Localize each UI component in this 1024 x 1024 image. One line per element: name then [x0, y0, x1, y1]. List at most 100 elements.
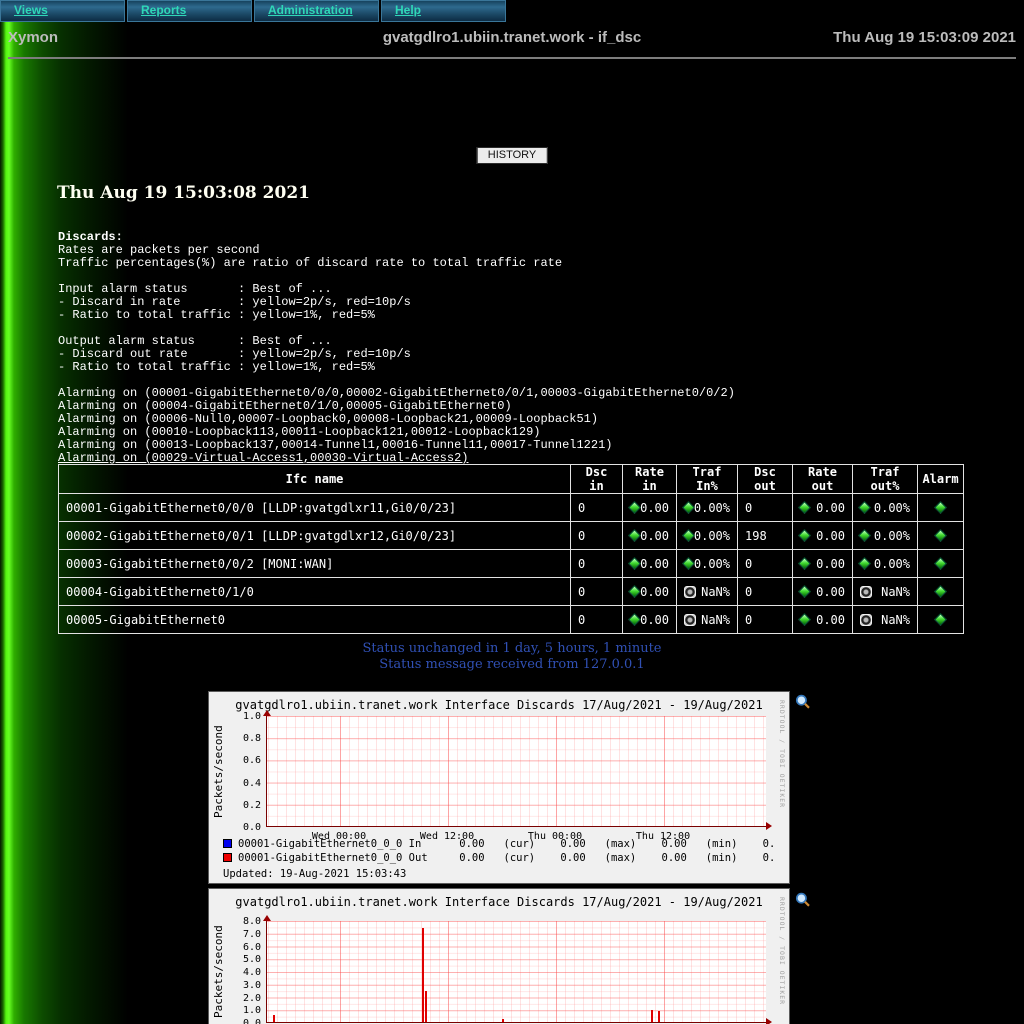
- data-spike: [502, 1019, 504, 1022]
- nav-link[interactable]: Help: [395, 3, 421, 17]
- discards-graph-1[interactable]: gvatgdlro1.ubiin.tranet.work Interface D…: [208, 691, 790, 884]
- data-spike: [422, 928, 424, 1022]
- status-ok-icon: [858, 557, 871, 570]
- interface-table: Ifc nameDsc inRate inTraf In%Dsc outRate…: [58, 464, 964, 634]
- table-row: 00003-GigabitEthernet0/0/2 [MONI:WAN]0 0.…: [59, 550, 964, 578]
- ifc-name-cell: 00004-GigabitEthernet0/1/0: [59, 578, 571, 606]
- ifc-name-cell: 00003-GigabitEthernet0/0/2 [MONI:WAN]: [59, 550, 571, 578]
- column-header: Traf In%: [677, 465, 738, 494]
- status-ok-icon: [858, 501, 871, 514]
- rate-cell: 0.00: [793, 494, 853, 522]
- y-tick-label: 0.8: [229, 733, 261, 744]
- nav-item-views[interactable]: Views: [0, 0, 125, 22]
- data-spike: [658, 1011, 660, 1023]
- status-clear-icon: [684, 614, 696, 626]
- discard-count-cell: 0: [571, 606, 623, 634]
- discards-info: Discards: Rates are packets per second T…: [58, 231, 735, 465]
- legend-row: 00001-GigabitEthernet0_0_0 Out 0.00 (cur…: [223, 852, 775, 865]
- header-timestamp: Thu Aug 19 15:03:09 2021: [833, 29, 1016, 46]
- y-tick-label: 2.0: [229, 993, 261, 1004]
- status-ok-icon: [798, 529, 811, 542]
- y-tick-label: 5.0: [229, 954, 261, 965]
- graph-ylabel: Packets/second: [212, 716, 225, 827]
- rate-cell: 0.00: [623, 550, 677, 578]
- rate-value: 0.00%: [874, 529, 910, 543]
- rate-value: 0.00: [816, 613, 845, 627]
- alarming-last-line: Alarming on (00029-Virtual-Access1,00030…: [58, 451, 468, 465]
- status-unchanged-text: Status unchanged in 1 day, 5 hours, 1 mi…: [0, 641, 1024, 657]
- status-source-text: Status message received from 127.0.0.1: [0, 657, 1024, 673]
- y-axis-arrow: [263, 710, 271, 716]
- column-header: Alarm: [918, 465, 964, 494]
- graph-title: gvatgdlro1.ubiin.tranet.work Interface D…: [209, 698, 789, 712]
- rate-value: 0.00: [640, 501, 669, 515]
- y-tick-label: 3.0: [229, 980, 261, 991]
- report-timestamp-heading: Thu Aug 19 15:03:08 2021: [57, 183, 310, 203]
- y-tick-label: 1.0: [229, 711, 261, 722]
- rate-value: 0.00: [640, 585, 669, 599]
- table-row: 00005-GigabitEthernet000.00NaN%00.00NaN%: [59, 606, 964, 634]
- discard-count-cell: 198: [738, 522, 793, 550]
- data-spike: [273, 1015, 275, 1022]
- nav-link[interactable]: Views: [14, 3, 48, 17]
- rate-value: NaN%: [701, 585, 730, 599]
- graph-plot-area: [266, 716, 766, 827]
- column-header: Rate out: [793, 465, 853, 494]
- rate-cell: NaN%: [853, 578, 918, 606]
- nav-link[interactable]: Reports: [141, 3, 186, 17]
- table-row: 00002-GigabitEthernet0/0/1 [LLDP:gvatgdl…: [59, 522, 964, 550]
- data-spike: [651, 1010, 653, 1022]
- rate-value: 0.00: [640, 613, 669, 627]
- legend-swatch: [223, 839, 232, 848]
- status-ok-icon: [628, 557, 641, 570]
- status-ok-icon: [934, 613, 947, 626]
- rate-cell: 0.00: [793, 578, 853, 606]
- data-spike: [425, 991, 427, 1022]
- y-tick-label: 0.4: [229, 778, 261, 789]
- rrdtool-watermark: RRDTOOL / TOBI OETIKER: [778, 700, 786, 808]
- y-tick-label: 0.0: [229, 1018, 261, 1024]
- ifc-name-cell: 00005-GigabitEthernet0: [59, 606, 571, 634]
- ifc-name-cell: 00001-GigabitEthernet0/0/0 [LLDP:gvatgdl…: [59, 494, 571, 522]
- nav-link[interactable]: Administration: [268, 3, 353, 17]
- rate-cell: 0.00%: [853, 550, 918, 578]
- discard-count-cell: 0: [571, 550, 623, 578]
- rate-value: 0.00%: [874, 557, 910, 571]
- rate-value: 0.00: [816, 529, 845, 543]
- discards-body: Rates are packets per second Traffic per…: [58, 243, 735, 452]
- status-ok-icon: [798, 613, 811, 626]
- nav-item-help[interactable]: Help: [381, 0, 506, 22]
- history-button[interactable]: HISTORY: [477, 147, 548, 164]
- column-header: Dsc in: [571, 465, 623, 494]
- rate-value: 0.00%: [694, 529, 730, 543]
- status-lines: Status unchanged in 1 day, 5 hours, 1 mi…: [0, 641, 1024, 673]
- rate-cell: 0.00%: [853, 522, 918, 550]
- status-ok-icon: [858, 529, 871, 542]
- rate-value: 0.00%: [694, 557, 730, 571]
- rate-value: 0.00: [816, 585, 845, 599]
- legend-row: 00001-GigabitEthernet0_0_0 In 0.00 (cur)…: [223, 838, 775, 851]
- table-row: 00001-GigabitEthernet0/0/0 [LLDP:gvatgdl…: [59, 494, 964, 522]
- status-ok-icon: [628, 529, 641, 542]
- rate-value: NaN%: [701, 613, 730, 627]
- discards-graph-2[interactable]: gvatgdlro1.ubiin.tranet.work Interface D…: [208, 888, 790, 1024]
- rate-cell: 0.00%: [677, 522, 738, 550]
- rate-value: 0.00%: [694, 501, 730, 515]
- y-tick-label: 0.6: [229, 755, 261, 766]
- table-header-row: Ifc nameDsc inRate inTraf In%Dsc outRate…: [59, 465, 964, 494]
- rate-cell: NaN%: [677, 578, 738, 606]
- status-ok-icon: [628, 613, 641, 626]
- status-ok-icon: [628, 585, 641, 598]
- zoom-graph-icon[interactable]: [795, 892, 811, 908]
- rate-value: 0.00: [640, 557, 669, 571]
- nav-item-reports[interactable]: Reports: [127, 0, 252, 22]
- rate-value: 0.00: [816, 557, 845, 571]
- y-tick-label: 4.0: [229, 967, 261, 978]
- nav-item-administration[interactable]: Administration: [254, 0, 379, 22]
- status-ok-icon: [798, 501, 811, 514]
- graph-updated-text: Updated: 19-Aug-2021 15:03:43: [223, 868, 406, 880]
- zoom-graph-icon[interactable]: [795, 694, 811, 710]
- column-header: Dsc out: [738, 465, 793, 494]
- status-ok-icon: [798, 585, 811, 598]
- discard-count-cell: 0: [738, 494, 793, 522]
